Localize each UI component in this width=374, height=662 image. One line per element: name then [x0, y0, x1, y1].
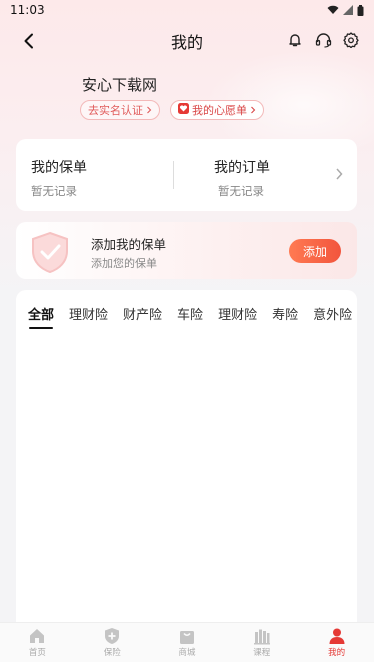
back-arrow-icon[interactable]: [18, 30, 40, 52]
bottom-tab-label: 我的: [328, 648, 346, 658]
my-policy-title: 我的保单: [31, 160, 87, 176]
tab-auto[interactable]: 车险: [177, 304, 203, 326]
add-policy-title: 添加我的保单: [91, 237, 167, 252]
chevron-right-icon: [250, 104, 256, 117]
headset-icon[interactable]: [314, 31, 332, 49]
bottom-tab-bar: 首页 保险 商城 课程 我的: [0, 622, 374, 662]
tab-property[interactable]: 财产险: [123, 304, 162, 326]
status-bar: 11:03: [0, 0, 374, 20]
bottom-tab-insurance[interactable]: 保险: [75, 623, 150, 662]
chevron-right-icon: [146, 104, 152, 117]
tab-wealth[interactable]: 理财险: [69, 304, 108, 326]
tab-wealth-2[interactable]: 理财险: [218, 304, 257, 326]
my-policy-status: 暂无记录: [31, 184, 77, 198]
battery-icon: [357, 4, 364, 16]
add-policy-subtitle: 添加您的保单: [91, 257, 157, 270]
shield-plus-icon: [105, 628, 120, 644]
bottom-tab-label: 课程: [253, 648, 271, 658]
status-time: 11:03: [10, 3, 45, 17]
person-icon: [329, 628, 345, 644]
add-policy-card: 添加我的保单 添加您的保单 添加: [16, 222, 357, 279]
bottom-tab-label: 保险: [103, 648, 121, 658]
shield-check-icon: [30, 231, 70, 277]
bag-icon: [179, 631, 194, 644]
bottom-tab-label: 商城: [178, 648, 196, 658]
top-nav-bar: 我的: [0, 24, 374, 58]
books-icon: [253, 629, 270, 645]
policy-order-card: 我的保单 暂无记录 我的订单 暂无记录: [16, 139, 357, 211]
user-name: 安心下载网: [82, 76, 158, 94]
my-policy-section[interactable]: 我的保单 暂无记录: [31, 157, 87, 199]
my-order-status: 暂无记录: [218, 184, 264, 198]
wishlist-label: 我的心愿单: [192, 104, 247, 117]
bottom-tab-label: 首页: [28, 648, 46, 658]
divider: [173, 161, 174, 189]
heart-badge-icon: [178, 103, 189, 117]
page-title: 我的: [170, 33, 203, 52]
home-icon: [30, 629, 45, 643]
bottom-tab-mine[interactable]: 我的: [299, 623, 374, 662]
chevron-right-icon[interactable]: [335, 166, 343, 185]
policy-category-tabs: 全部 理财险 财产险 车险 理财险 寿险 意外险: [28, 304, 367, 329]
wifi-icon: [327, 5, 339, 14]
tab-all[interactable]: 全部: [28, 304, 54, 329]
bottom-tab-home[interactable]: 首页: [0, 623, 75, 662]
signal-icon: [343, 5, 353, 15]
tab-life[interactable]: 寿险: [272, 304, 298, 326]
my-order-section[interactable]: 我的订单 暂无记录: [214, 157, 270, 199]
wishlist-button[interactable]: 我的心愿单: [170, 100, 264, 120]
policy-list-card: 全部 理财险 财产险 车险 理财险 寿险 意外险: [16, 290, 357, 622]
bottom-tab-mall[interactable]: 商城: [150, 623, 225, 662]
tab-accident[interactable]: 意外险: [313, 304, 352, 326]
verify-identity-button[interactable]: 去实名认证: [80, 100, 160, 120]
bell-icon[interactable]: [286, 31, 304, 49]
verify-label: 去实名认证: [88, 104, 143, 117]
my-order-title: 我的订单: [214, 160, 270, 176]
bottom-tab-courses[interactable]: 课程: [224, 623, 299, 662]
gear-icon[interactable]: [342, 31, 360, 49]
add-policy-button[interactable]: 添加: [289, 239, 341, 263]
